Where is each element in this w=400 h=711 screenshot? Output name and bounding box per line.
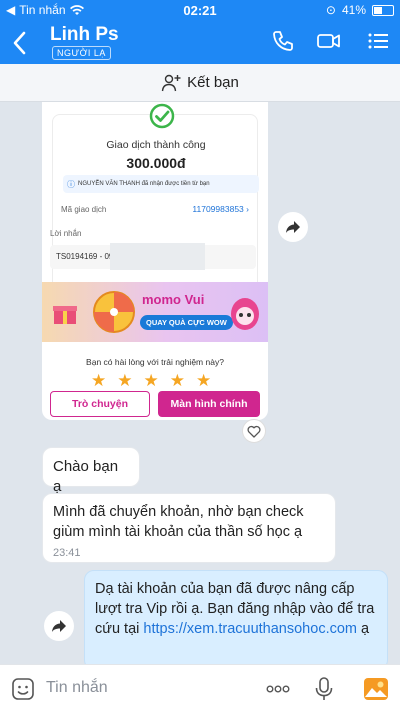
chevron-left-icon[interactable] — [12, 30, 28, 56]
video-call-icon[interactable] — [316, 28, 342, 54]
message-label: Lời nhắn — [50, 229, 82, 238]
rating-stars: ★ ★ ★ ★ ★ — [91, 372, 211, 389]
transaction-screenshot[interactable]: Giao dịch thành công 300.000đ ⓘ NGUYỄN V… — [42, 102, 268, 420]
status-bar: ◀ Tin nhắn 02:21 ⊙ 41% — [0, 0, 400, 22]
chat-navbar: Linh Ps NGƯỜI LẠ — [0, 22, 400, 64]
microphone-icon[interactable] — [311, 676, 337, 702]
forward-icon[interactable] — [44, 611, 74, 641]
transaction-status: Giao dịch thành công — [106, 139, 206, 151]
message-text: Chào bạn ạ — [53, 458, 119, 495]
message-value: TS0194169 - 09 — [56, 252, 114, 261]
transaction-code-label: Mã giao dịch — [61, 205, 107, 214]
info-icon: ⓘ — [67, 179, 75, 189]
battery-icon — [372, 4, 394, 16]
gift-box-icon — [53, 306, 77, 324]
transaction-amount: 300.000đ — [126, 155, 186, 171]
star-icon: ★ — [91, 371, 107, 390]
wheel-icon — [93, 291, 135, 333]
transaction-note-text: NGUYỄN VĂN THANH đã nhận được tiền từ bạ… — [78, 181, 210, 187]
message-bubble[interactable]: Mình đã chuyển khoản, nhờ bạn check giùm… — [42, 493, 336, 563]
star-icon: ★ — [196, 371, 212, 390]
add-friend-label: Kết bạn — [187, 74, 239, 91]
status-right: ⊙ 41% — [326, 3, 394, 17]
banner-cta: QUAY QUÀ CỰC WOW — [140, 315, 233, 330]
image-icon[interactable] — [363, 676, 389, 702]
lock-rotation-icon: ⊙ — [325, 3, 336, 17]
message-bubble-outgoing[interactable]: Dạ tài khoản của bạn đã được nâng cấp lư… — [84, 570, 388, 670]
transaction-code: 11709983853 › — [192, 204, 249, 214]
add-friend-button[interactable]: Kết bạn — [0, 64, 400, 102]
heart-icon[interactable] — [242, 419, 266, 443]
message-text-end: ạ — [356, 621, 370, 637]
stranger-badge: NGƯỜI LẠ — [52, 46, 111, 60]
message-link[interactable]: https://xem.tracuuthansohoc.com — [143, 621, 357, 637]
success-check-icon — [149, 103, 175, 129]
message-text: Mình đã chuyển khoản, nhờ bạn check giùm… — [53, 504, 304, 540]
transaction-note: ⓘ NGUYỄN VĂN THANH đã nhận được tiền từ … — [63, 175, 259, 193]
forward-icon[interactable] — [278, 212, 308, 242]
transaction-code-value: 11709983853 — [192, 204, 244, 214]
sticker-icon[interactable] — [10, 676, 36, 702]
menu-icon[interactable] — [366, 28, 392, 54]
home-screen-button: Màn hình chính — [158, 391, 260, 417]
mascot-icon — [231, 298, 259, 330]
promo-banner: momo Vui QUAY QUÀ CỰC WOW — [42, 282, 268, 342]
add-person-icon — [161, 74, 181, 91]
chevron-right-icon: › — [246, 204, 249, 214]
star-icon: ★ — [169, 371, 185, 390]
header: ◀ Tin nhắn 02:21 ⊙ 41% Linh Ps NGƯỜI LẠ — [0, 0, 400, 64]
star-icon: ★ — [143, 371, 159, 390]
message-input-bar: Tin nhắn — [0, 664, 400, 711]
more-icon[interactable] — [265, 676, 291, 702]
phone-icon[interactable] — [270, 28, 296, 54]
battery-percent: 41% — [341, 3, 366, 17]
rating-question: Bạn có hài lòng với trải nghiệm này? — [86, 357, 224, 367]
message-time: 23:41 — [53, 547, 81, 559]
chat-button: Trò chuyện — [50, 391, 150, 417]
redaction-block — [110, 243, 205, 270]
contact-name[interactable]: Linh Ps — [50, 24, 119, 46]
message-input[interactable]: Tin nhắn — [46, 679, 108, 697]
star-icon: ★ — [117, 371, 133, 390]
message-bubble[interactable]: Chào bạn ạ — [42, 447, 140, 495]
banner-title: momo Vui — [142, 292, 205, 307]
